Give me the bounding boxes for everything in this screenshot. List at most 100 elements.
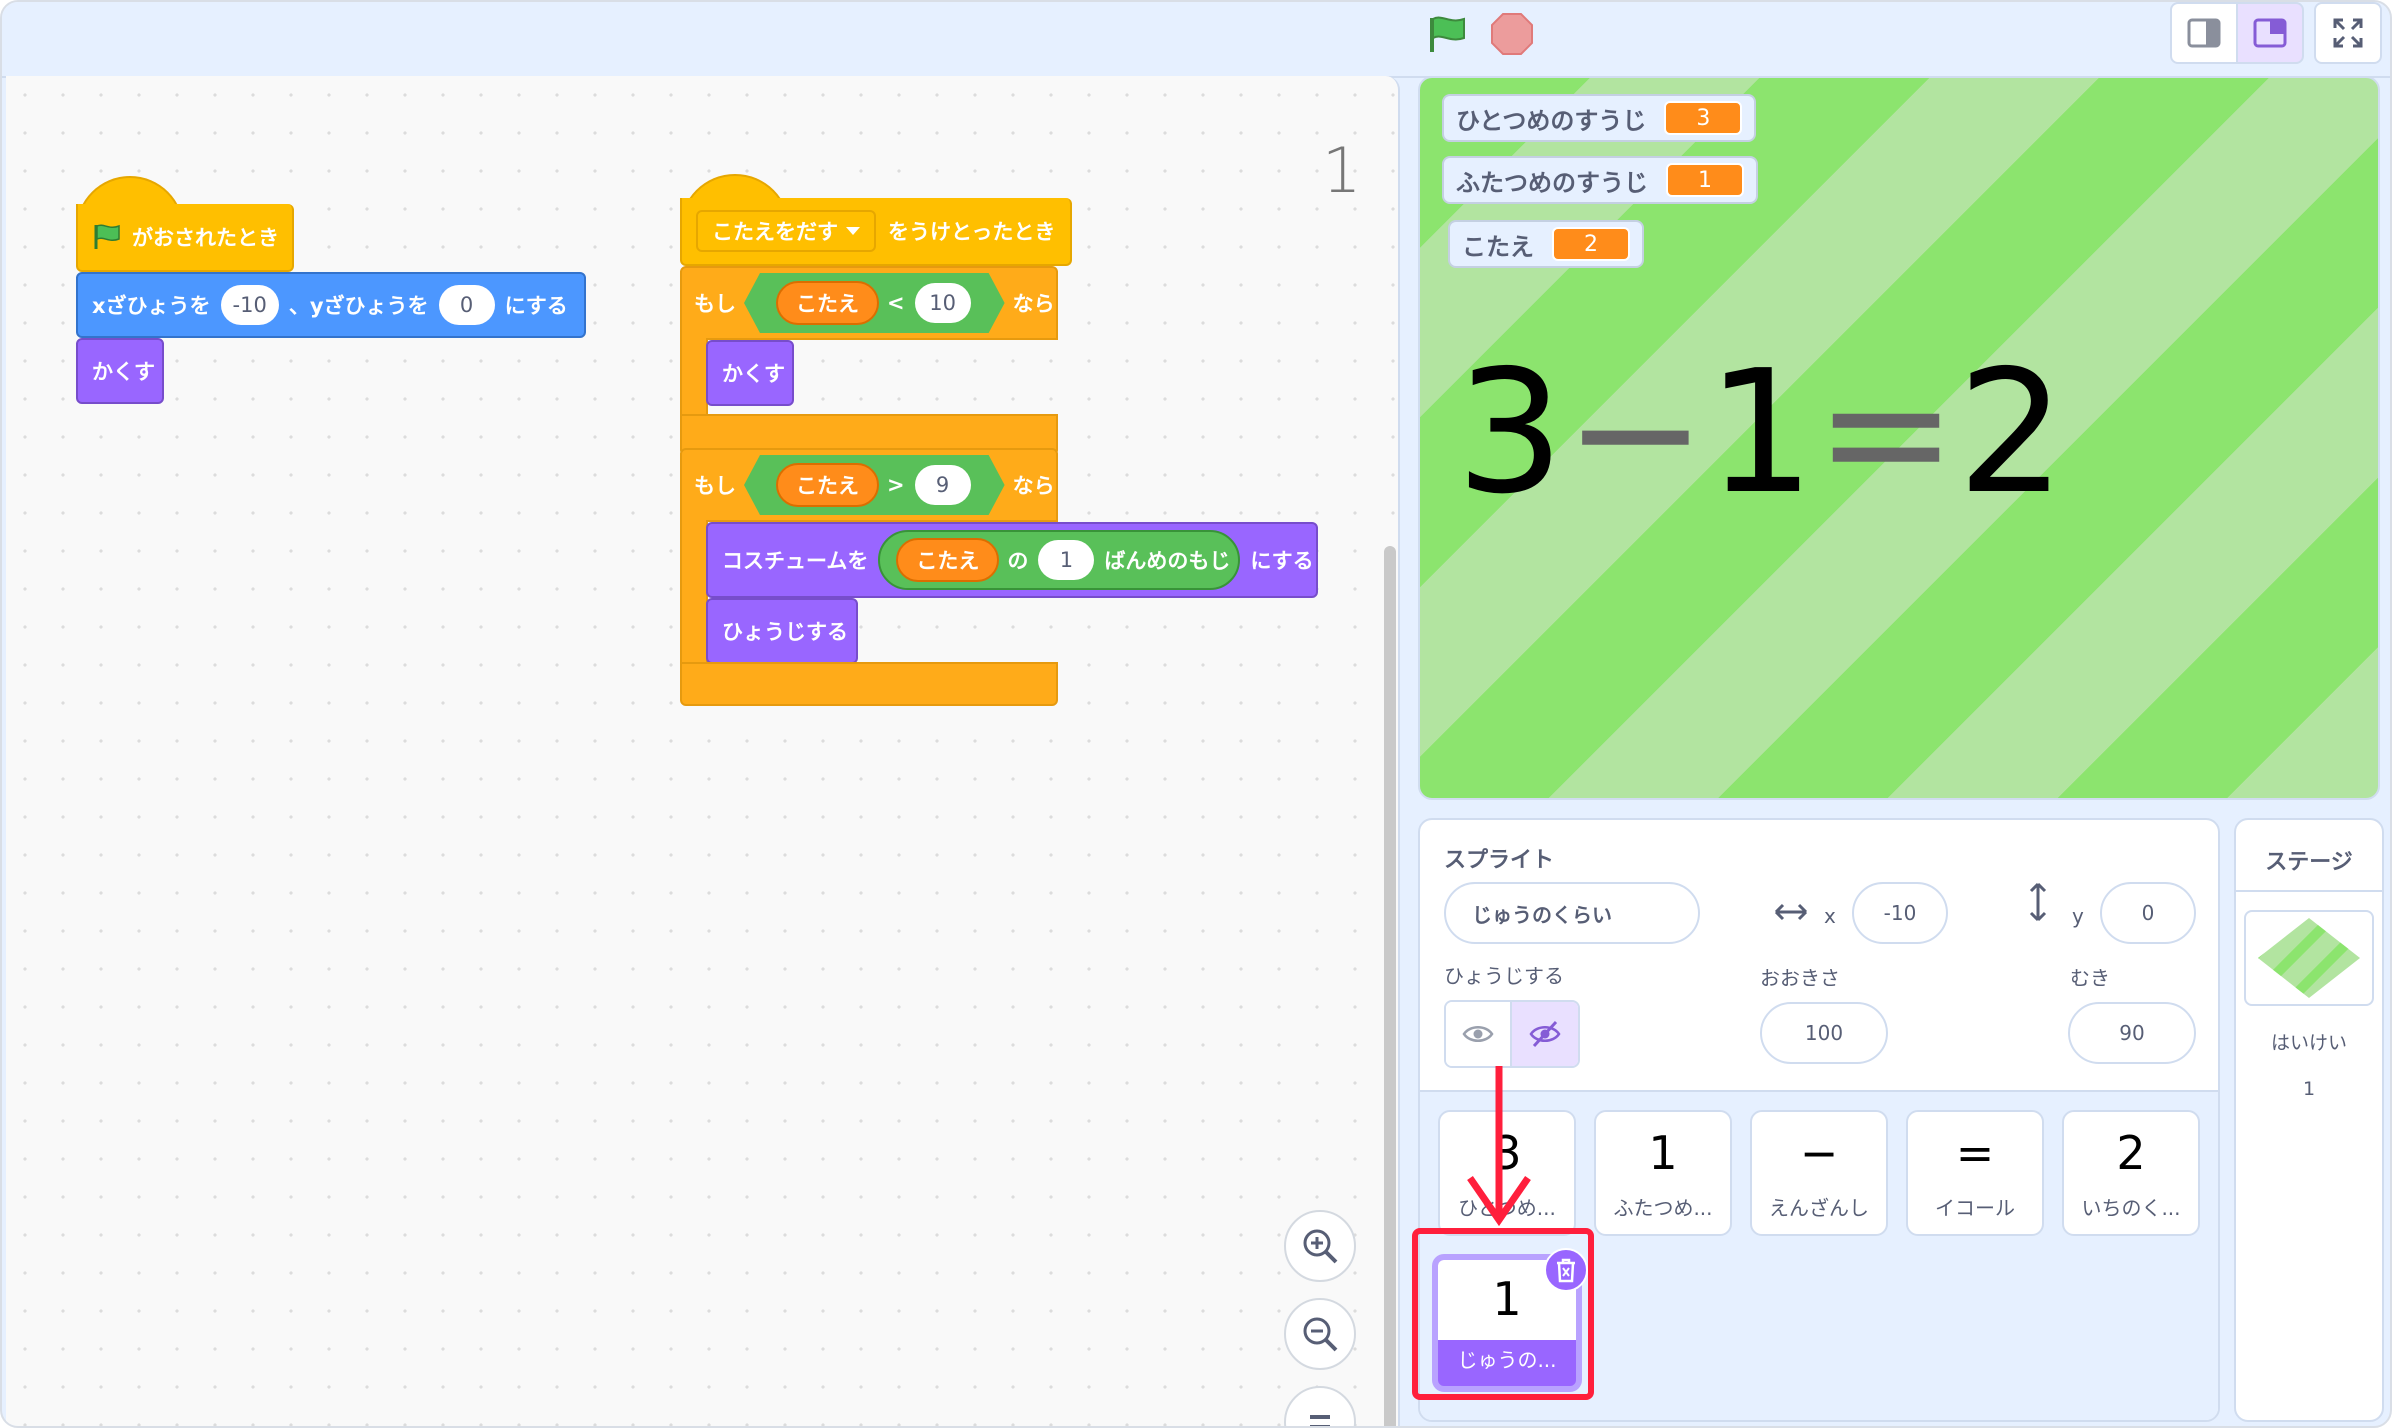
x-input[interactable]: -10 xyxy=(1852,882,1948,944)
vertical-arrows-icon xyxy=(2029,882,2047,922)
backdrop-count: 1 xyxy=(2302,1078,2316,1100)
annotation-arrow xyxy=(1467,1066,1531,1227)
sprite-tile[interactable]: 2 いちのく... xyxy=(2062,1110,2200,1236)
operator-sprite[interactable]: − xyxy=(1564,348,1706,518)
if-block-arm xyxy=(680,338,708,416)
when-flag-clicked-block[interactable]: がおされたとき xyxy=(76,204,294,272)
monitor-label: ふたつめのすうじ xyxy=(1456,168,1648,197)
stage-pane-title: ステージ xyxy=(2265,850,2353,875)
green-flag-icon[interactable] xyxy=(1426,14,1470,54)
zoom-in-button[interactable] xyxy=(1284,1210,1356,1282)
sprite-name: ふたつめ... xyxy=(1613,1196,1713,1220)
striped-backdrop-icon xyxy=(2258,918,2360,998)
block-text: かくす xyxy=(722,362,785,386)
equals-sprite[interactable]: = xyxy=(1815,348,1957,518)
stop-icon[interactable] xyxy=(1490,12,1534,56)
normal-stage-icon xyxy=(2253,18,2287,48)
horizontal-arrows-icon xyxy=(1774,903,1808,921)
number-input[interactable]: 10 xyxy=(915,283,971,323)
direction-input[interactable]: 90 xyxy=(2068,1002,2196,1064)
digit-sprite[interactable]: 1 xyxy=(1707,348,1815,518)
letter-of-block[interactable]: こたえ の 1 ばんめのもじ xyxy=(878,530,1241,590)
block-text: ひょうじする xyxy=(722,620,848,644)
broadcast-name: こたえをだす xyxy=(712,220,838,244)
sprite-tile[interactable]: − えんざんし xyxy=(1750,1110,1888,1236)
y-input[interactable]: 0 xyxy=(2100,882,2196,944)
monitor-value: 1 xyxy=(1666,163,1744,197)
direction-label: むき xyxy=(2070,966,2110,990)
scratch-editor: 1 がおされたとき xざひょうを -10 、yざひょうを 0 にする かくす こ… xyxy=(0,0,2392,1428)
if-label: もし xyxy=(694,292,736,316)
block-text: ばんめのもじ xyxy=(1104,549,1231,573)
y-input[interactable]: 0 xyxy=(438,285,495,325)
when-broadcast-received-block[interactable]: こたえをだす をうけとったとき xyxy=(680,198,1072,266)
hat-label: がおされたとき xyxy=(132,226,279,250)
less-than-block[interactable]: こたえ < 10 xyxy=(744,273,1005,333)
variable-monitor: ひとつめのすうじ 3 xyxy=(1442,94,1757,142)
goto-xy-block[interactable]: xざひょうを -10 、yざひょうを 0 にする xyxy=(76,272,586,338)
digit-sprite[interactable]: 2 xyxy=(1957,348,2065,518)
normal-stage-button[interactable] xyxy=(2236,2,2304,64)
zoom-reset-button[interactable] xyxy=(1284,1386,1356,1426)
monitor-label: ひとつめのすうじ xyxy=(1456,106,1647,135)
hide-block[interactable]: かくす xyxy=(706,340,794,406)
zoom-out-button[interactable] xyxy=(1284,1298,1356,1370)
answer-reporter[interactable]: こたえ xyxy=(776,463,879,507)
answer-reporter[interactable]: こたえ xyxy=(896,538,1000,582)
if-label: もし xyxy=(694,474,736,498)
hide-button[interactable] xyxy=(1512,1002,1578,1066)
block-text: をうけとったとき xyxy=(888,220,1056,244)
sprite-name: イコール xyxy=(1935,1196,2015,1220)
fullscreen-button[interactable] xyxy=(2314,2,2382,64)
switch-costume-block[interactable]: コスチュームを こたえ の 1 ばんめのもじ にする xyxy=(706,522,1318,598)
sprite-thumbnail: = xyxy=(1955,1126,1995,1180)
visibility-toggle xyxy=(1444,1000,1580,1068)
show-label: ひょうじする xyxy=(1444,964,1564,988)
operator-symbol: < xyxy=(887,291,905,315)
sprite-name: いちのく... xyxy=(2081,1196,2181,1220)
chevron-down-icon xyxy=(846,227,860,235)
number-input[interactable]: 9 xyxy=(915,465,971,505)
fullscreen-icon xyxy=(2333,18,2363,48)
annotation-highlight-box xyxy=(1412,1228,1594,1400)
then-label: なら xyxy=(1012,474,1055,498)
answer-reporter[interactable]: こたえ xyxy=(776,281,879,325)
stage-equation: 3 − 1 = 2 xyxy=(1456,348,2065,518)
digit-sprite[interactable]: 3 xyxy=(1456,348,1564,518)
zoom-out-icon xyxy=(1303,1317,1338,1352)
show-block[interactable]: ひょうじする xyxy=(706,598,858,664)
show-button[interactable] xyxy=(1446,1002,1513,1066)
broadcast-dropdown[interactable]: こたえをだす xyxy=(696,210,876,252)
equals-icon xyxy=(1310,1415,1330,1426)
size-input[interactable]: 100 xyxy=(1760,1002,1888,1064)
stage-size-toggle xyxy=(2170,2,2382,64)
x-label: x xyxy=(1824,904,1836,928)
small-stage-button[interactable] xyxy=(2170,2,2238,64)
variable-monitor: こたえ 2 xyxy=(1448,220,1644,268)
backdrop-label: はいけい xyxy=(2270,1032,2347,1054)
code-area[interactable]: 1 がおされたとき xざひょうを -10 、yざひょうを 0 にする かくす こ… xyxy=(6,76,1400,1426)
backdrop-thumbnail[interactable] xyxy=(2244,910,2374,1006)
eye-slash-icon xyxy=(1529,1020,1561,1048)
monitor-value: 3 xyxy=(1664,101,1743,135)
then-label: なら xyxy=(1012,292,1055,316)
greater-than-block[interactable]: こたえ > 9 xyxy=(744,455,1005,515)
monitor-value: 2 xyxy=(1552,227,1630,261)
size-label: おおきさ xyxy=(1760,966,1840,990)
sprite-thumbnail: − xyxy=(1799,1126,1839,1180)
code-scrollbar[interactable] xyxy=(1384,546,1396,1426)
stage[interactable]: ひとつめのすうじ 3 ふたつめのすうじ 1 こたえ 2 3 − 1 = 2 xyxy=(1418,76,2380,800)
letter-index-input[interactable]: 1 xyxy=(1038,540,1095,580)
sprite-name: えんざんし xyxy=(1769,1196,1869,1220)
block-text: 、yざひょうを xyxy=(288,294,429,318)
sprite-name-input[interactable]: じゅうのくらい xyxy=(1444,882,1700,944)
block-text: にする xyxy=(1250,549,1314,573)
hide-block[interactable]: かくす xyxy=(76,338,164,404)
if-block-arm xyxy=(680,520,708,670)
stage-selector[interactable]: ステージ はいけい 1 xyxy=(2234,818,2384,1422)
sprite-tile[interactable]: = イコール xyxy=(1906,1110,2044,1236)
operator-symbol: > xyxy=(887,473,905,497)
sprite-tile[interactable]: 1 ふたつめ... xyxy=(1594,1110,1732,1236)
x-input[interactable]: -10 xyxy=(220,285,279,325)
monitor-label: こたえ xyxy=(1462,232,1534,261)
